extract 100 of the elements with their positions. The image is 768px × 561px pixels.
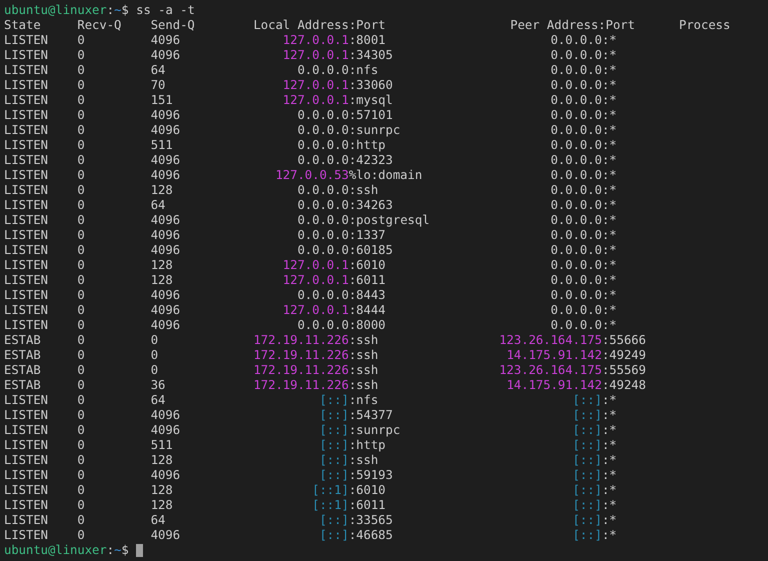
state-cell-text: LISTEN (4, 213, 50, 228)
recv-queue-cell-text: 0 (77, 408, 86, 423)
local-address: [::]:nfs (319, 393, 378, 408)
peer-address: 0.0.0.0:* (550, 288, 617, 303)
recv-queue-cell-text: 0 (77, 93, 86, 108)
send-queue-cell-text: 128 (150, 183, 174, 198)
peer-address: 0.0.0.0:* (550, 213, 617, 228)
recv-queue-cell-text: 0 (77, 168, 86, 183)
local-address: [::]:59193 (319, 468, 393, 483)
recv-queue-cell-text: 0 (77, 288, 86, 303)
local-address: [::]:ssh (319, 453, 378, 468)
recv-queue-cell-text: 0 (77, 438, 86, 453)
local-address: 127.0.0.53%lo:domain (275, 168, 422, 183)
recv-queue-cell-text: 0 (77, 468, 86, 483)
peer-address: 0.0.0.0:* (550, 273, 617, 288)
cursor-icon (136, 544, 144, 557)
send-queue-cell-text: 151 (150, 93, 174, 108)
send-queue-cell-text: 64 (150, 198, 166, 213)
send-queue-cell-text: 4096 (150, 153, 182, 168)
recv-queue-cell-text: 0 (77, 423, 86, 438)
local-address: 0.0.0.0:42323 (297, 153, 393, 168)
local-address: 127.0.0.1:6011 (282, 273, 386, 288)
send-queue-cell-text: 4096 (150, 108, 182, 123)
peer-address: [::]:* (572, 438, 617, 453)
peer-address: 14.175.91.142:49248 (506, 378, 646, 393)
recv-queue-cell-text: 0 (77, 138, 86, 153)
peer-address: 0.0.0.0:* (550, 93, 617, 108)
send-queue-cell-text: 128 (150, 453, 174, 468)
peer-address: 0.0.0.0:* (550, 123, 617, 138)
local-address: 0.0.0.0:nfs (297, 63, 378, 78)
state-cell-text: LISTEN (4, 93, 50, 108)
state-cell-text: LISTEN (4, 393, 50, 408)
state-cell-text: LISTEN (4, 123, 50, 138)
state-cell-text: LISTEN (4, 288, 50, 303)
send-queue-cell-text: 4096 (150, 123, 182, 138)
local-address: [::]:sunrpc (319, 423, 400, 438)
recv-queue-cell-text: 0 (77, 123, 86, 138)
send-queue-cell-text: 4096 (150, 228, 182, 243)
local-address: [::]:http (319, 438, 386, 453)
peer-address: 0.0.0.0:* (550, 183, 617, 198)
state-cell-text: LISTEN (4, 468, 50, 483)
state-cell-text: LISTEN (4, 273, 50, 288)
local-address: 127.0.0.1:34305 (282, 48, 393, 63)
peer-address: 0.0.0.0:* (550, 243, 617, 258)
local-address: 172.19.11.226:ssh (253, 363, 378, 378)
recv-queue-cell-text: 0 (77, 483, 86, 498)
peer-address: [::]:* (572, 528, 617, 543)
state-cell-text: ESTAB (4, 348, 42, 363)
recv-queue-cell-text: 0 (77, 498, 86, 513)
recv-queue-cell-text: 0 (77, 318, 86, 333)
local-address: [::]:33565 (319, 513, 393, 528)
recv-queue-cell-text: 0 (77, 78, 86, 93)
local-address: 0.0.0.0:8000 (297, 318, 386, 333)
send-queue-cell-text: 64 (150, 393, 166, 408)
peer-address: [::]:* (572, 468, 617, 483)
send-queue-cell-text: 4096 (150, 528, 182, 543)
local-address: 172.19.11.226:ssh (253, 333, 378, 348)
recv-queue-cell-text: 0 (77, 453, 86, 468)
send-queue-cell-text: 0 (150, 333, 160, 348)
peer-address: 0.0.0.0:* (550, 63, 617, 78)
send-queue-cell-text: 4096 (150, 243, 182, 258)
state-cell-text: ESTAB (4, 363, 42, 378)
local-address: 0.0.0.0:60185 (297, 243, 393, 258)
state-cell-text: LISTEN (4, 78, 50, 93)
peer-address: [::]:* (572, 513, 617, 528)
state-cell-text: LISTEN (4, 33, 50, 48)
state-cell-text: LISTEN (4, 198, 50, 213)
prompt-line: ubuntu@linuxer:~$ ss -a -t (4, 3, 195, 18)
peer-address: 0.0.0.0:* (550, 33, 617, 48)
peer-address: 0.0.0.0:* (550, 303, 617, 318)
recv-queue-cell-text: 0 (77, 48, 86, 63)
peer-address: 14.175.91.142:49249 (506, 348, 646, 363)
send-queue-cell-text: 128 (150, 273, 174, 288)
send-queue-cell-text: 511 (150, 138, 174, 153)
local-address: 0.0.0.0:8443 (297, 288, 386, 303)
recv-queue-cell-text: 0 (77, 393, 86, 408)
state-cell-text: LISTEN (4, 168, 50, 183)
send-queue-cell-text: 70 (150, 78, 166, 93)
peer-address: 0.0.0.0:* (550, 168, 617, 183)
local-address: 0.0.0.0:sunrpc (297, 123, 400, 138)
local-address: 0.0.0.0:34263 (297, 198, 393, 213)
recv-queue-cell-text: 0 (77, 228, 86, 243)
recv-queue-cell-text: 0 (77, 198, 86, 213)
peer-address: 0.0.0.0:* (550, 48, 617, 63)
local-address: 127.0.0.1:33060 (282, 78, 393, 93)
local-address: 127.0.0.1:6010 (282, 258, 386, 273)
peer-address: [::]:* (572, 423, 617, 438)
send-queue-cell-text: 4096 (150, 288, 182, 303)
send-queue-cell-text: 128 (150, 483, 174, 498)
column-header: Send-Q (150, 18, 196, 33)
state-cell-text: LISTEN (4, 48, 50, 63)
recv-queue-cell-text: 0 (77, 213, 86, 228)
peer-address: 0.0.0.0:* (550, 318, 617, 333)
send-queue-cell-text: 4096 (150, 423, 182, 438)
recv-queue-cell-text: 0 (77, 63, 86, 78)
state-cell-text: LISTEN (4, 63, 50, 78)
send-queue-cell-text: 4096 (150, 168, 182, 183)
peer-address: 123.26.164.175:55666 (499, 333, 646, 348)
column-header: Recv-Q (77, 18, 122, 33)
column-header: State (4, 18, 42, 33)
